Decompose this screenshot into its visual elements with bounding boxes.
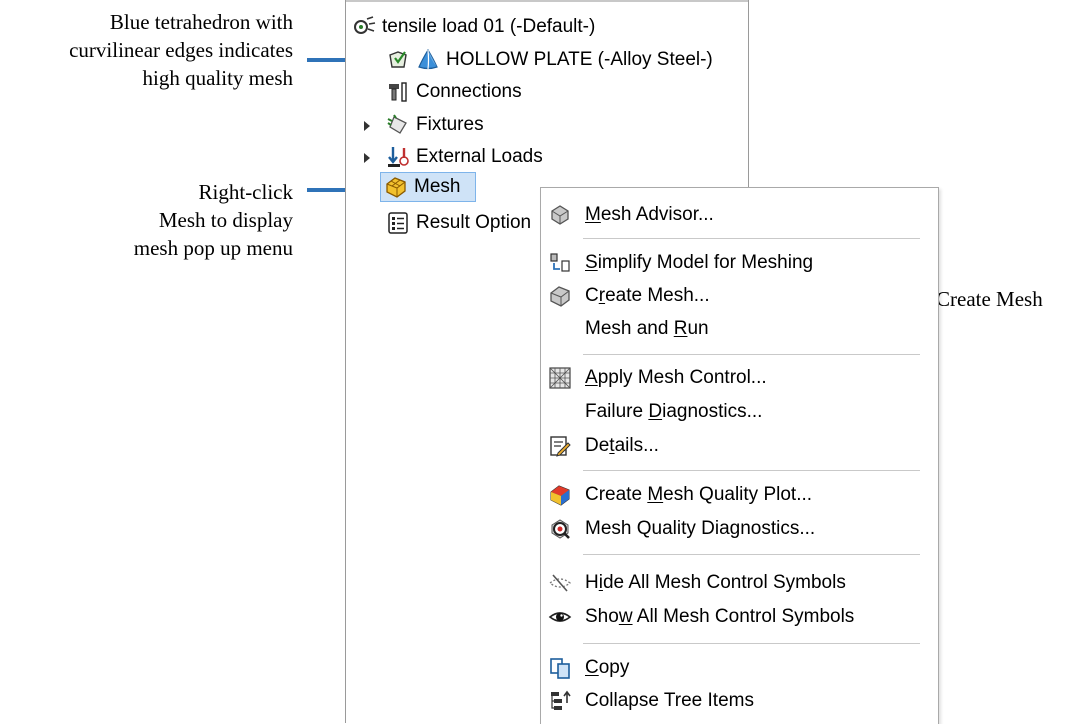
panel-top-border [346, 0, 748, 2]
collapse-tree-icon [548, 689, 572, 713]
tree-item-label: Connections [416, 81, 522, 102]
menu-item-mesh-and-run[interactable]: Mesh and Run [541, 314, 938, 344]
part-body-icon [386, 48, 410, 72]
menu-separator [583, 238, 920, 239]
menu-item-simplify-model[interactable]: Simplify Model for Meshing [541, 248, 938, 278]
menu-item-create-mesh-quality-plot[interactable]: Create Mesh Quality Plot... [541, 480, 938, 510]
menu-item-create-mesh[interactable]: Create Mesh... [541, 281, 938, 311]
create-mesh-icon [548, 284, 572, 308]
menu-item-mesh-advisor[interactable]: Mesh Advisor... [541, 200, 938, 230]
menu-item-mesh-quality-diagnostics[interactable]: Mesh Quality Diagnostics... [541, 514, 938, 544]
menu-item-label: Mesh Advisor... [585, 204, 714, 225]
tree-item-label: Fixtures [416, 114, 484, 135]
fixtures-expander[interactable] [364, 121, 370, 131]
tree-item-result-options[interactable]: Result Option [386, 208, 531, 238]
menu-separator [583, 554, 920, 555]
details-icon [548, 434, 572, 458]
tree-item-label: HOLLOW PLATE (-Alloy Steel-) [446, 49, 713, 70]
menu-item-hide-mesh-control-symbols[interactable]: Hide All Mesh Control Symbols [541, 568, 938, 598]
menu-item-copy[interactable]: Copy [541, 653, 938, 683]
fixtures-icon [386, 113, 410, 137]
quality-plot-icon [548, 483, 572, 507]
menu-item-label: Show All Mesh Control Symbols [585, 606, 855, 627]
menu-item-label: Copy [585, 657, 630, 678]
menu-item-label: Create Mesh... [585, 285, 710, 306]
menu-item-label: Create Mesh Quality Plot... [585, 484, 813, 505]
connections-icon [386, 80, 410, 104]
mesh-icon [384, 175, 408, 199]
menu-separator [583, 643, 920, 644]
mesh-control-icon [548, 366, 572, 390]
tree-item-connections[interactable]: Connections [386, 77, 522, 107]
menu-item-collapse-tree-items[interactable]: Collapse Tree Items [541, 686, 938, 716]
menu-item-label: Collapse Tree Items [585, 690, 754, 711]
hide-eye-icon [548, 571, 572, 595]
tree-item-label: tensile load 01 (-Default-) [382, 16, 596, 37]
right-click-annotation: Right-click Mesh to display mesh pop up … [133, 180, 293, 260]
tree-item-label: Mesh [414, 176, 461, 197]
menu-item-apply-mesh-control[interactable]: Apply Mesh Control... [541, 363, 938, 393]
menu-item-failure-diagnostics[interactable]: Failure Diagnostics... [541, 397, 938, 427]
menu-item-show-mesh-control-symbols[interactable]: Show All Mesh Control Symbols [541, 602, 938, 632]
menu-separator [583, 470, 920, 471]
menu-item-label: Failure Diagnostics... [585, 401, 763, 422]
menu-item-label: Details... [585, 435, 659, 456]
menu-separator [583, 354, 920, 355]
simplify-icon [548, 251, 572, 275]
menu-item-label: Apply Mesh Control... [585, 367, 767, 388]
menu-item-label: Hide All Mesh Control Symbols [585, 572, 846, 593]
tree-item-external-loads[interactable]: External Loads [386, 142, 543, 172]
menu-item-label: Mesh and Run [585, 318, 709, 339]
mesh-context-menu: Mesh Advisor... Simplify Model for Meshi… [540, 187, 939, 724]
mesh-advisor-icon [548, 203, 572, 227]
copy-icon [548, 656, 572, 680]
show-eye-icon [548, 605, 572, 629]
create-mesh-annotation: Create Mesh [936, 287, 1043, 311]
menu-item-details[interactable]: Details... [541, 431, 938, 461]
tree-item-mesh[interactable]: Mesh [380, 172, 476, 202]
external-loads-expander[interactable] [364, 153, 370, 163]
tree-item-label: External Loads [416, 146, 543, 167]
tetrahedron-icon [416, 48, 440, 72]
tree-item-part[interactable]: HOLLOW PLATE (-Alloy Steel-) [386, 45, 713, 75]
study-icon [352, 15, 376, 39]
tetrahedron-annotation: Blue tetrahedron with curvilinear edges … [69, 10, 293, 90]
result-options-icon [386, 211, 410, 235]
menu-item-label: Mesh Quality Diagnostics... [585, 518, 816, 539]
tree-item-label: Result Option [416, 212, 532, 233]
external-loads-icon [386, 145, 410, 169]
tree-item-study[interactable]: tensile load 01 (-Default-) [352, 12, 595, 42]
menu-item-label: Simplify Model for Meshing [585, 252, 814, 273]
tree-item-fixtures[interactable]: Fixtures [386, 110, 484, 140]
quality-diagnostics-icon [548, 517, 572, 541]
